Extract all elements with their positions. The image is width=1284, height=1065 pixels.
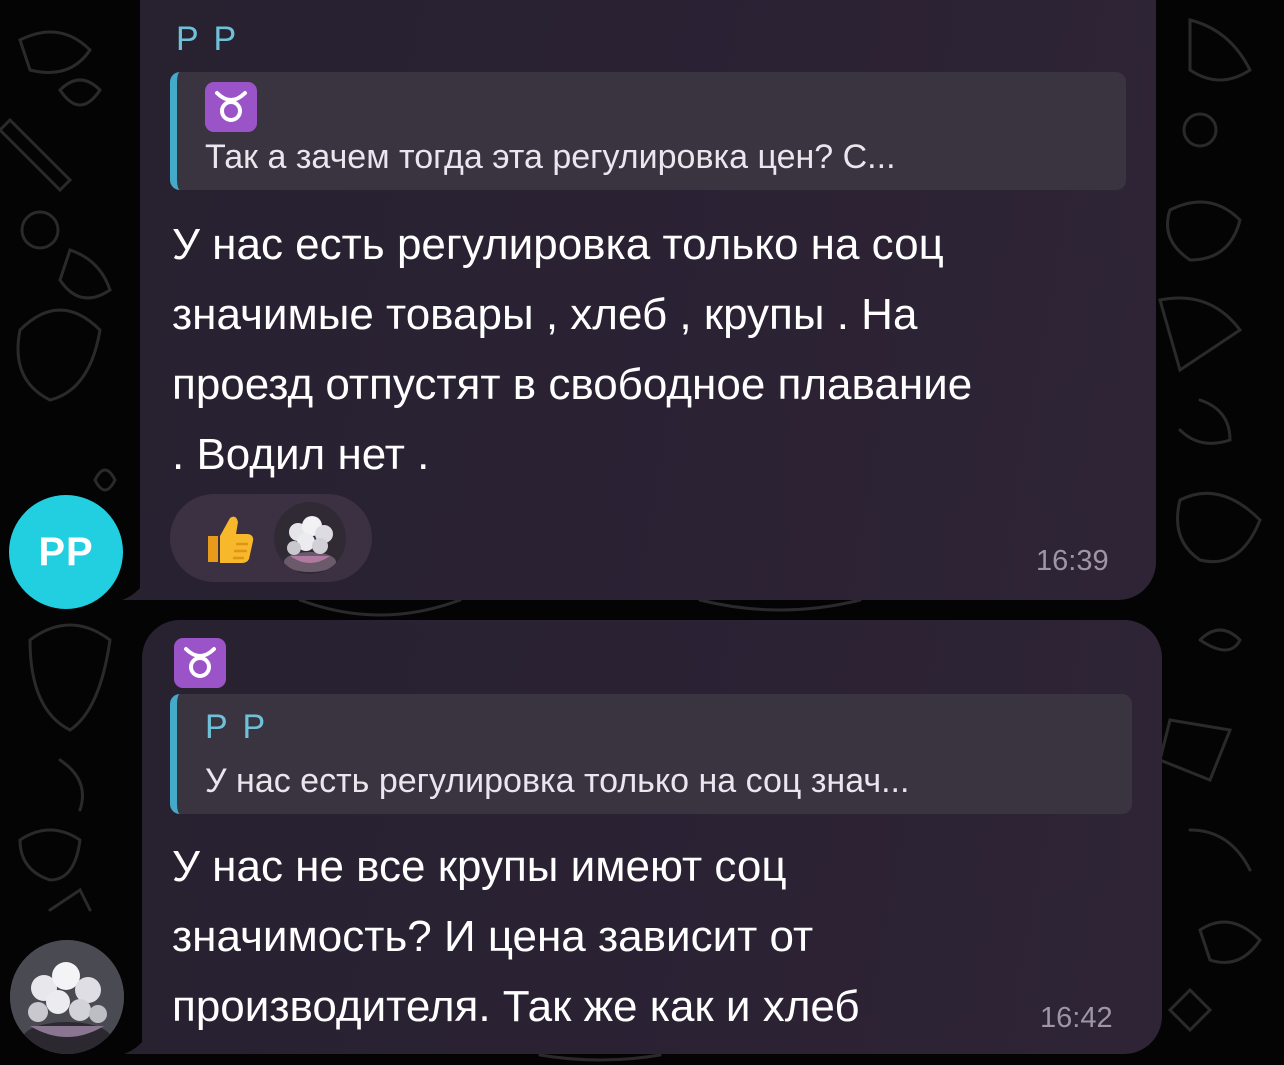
avatar[interactable]: PP	[9, 495, 123, 609]
reply-quote[interactable]: P P У нас есть регулировка только на соц…	[170, 694, 1132, 814]
message-line: значимые товары , хлеб , крупы . На	[172, 290, 918, 339]
bubble-tail	[122, 566, 152, 600]
reply-text: У нас есть регулировка только на соц зна…	[205, 762, 910, 800]
bouquet-avatar	[274, 502, 346, 574]
reply-sender-name: P P	[205, 708, 269, 746]
thumbs-up-icon	[208, 516, 254, 563]
message-text: У нас есть регулировка только на соц зна…	[172, 210, 972, 490]
message-line: производителя. Так же как и хлеб	[172, 982, 860, 1031]
message-time: 16:42	[1040, 1002, 1113, 1034]
message-line: У нас не все крупы имеют соц	[172, 842, 787, 891]
message-line: проезд отпустят в свободное плавание	[172, 360, 973, 409]
bubble-tail	[124, 1020, 154, 1054]
sender-name[interactable]: P P	[176, 20, 239, 59]
taurus-icon	[174, 638, 226, 688]
avatar-initials: PP	[38, 529, 94, 574]
message-line: . Водил нет .	[172, 430, 430, 479]
avatar-photo[interactable]	[10, 940, 124, 1054]
reply-quote[interactable]: Так а зачем тогда эта регулировка цен? С…	[170, 72, 1126, 190]
reactions-pill[interactable]	[170, 494, 372, 582]
reply-text: Так а зачем тогда эта регулировка цен? С…	[205, 138, 896, 176]
taurus-icon	[205, 82, 257, 132]
message-line: значимость? И цена зависит от	[172, 912, 814, 961]
message-text: У нас не все крупы имеют соц значимость?…	[172, 832, 860, 1042]
message-line: У нас есть регулировка только на соц	[172, 220, 944, 269]
message-time: 16:39	[1036, 545, 1109, 577]
